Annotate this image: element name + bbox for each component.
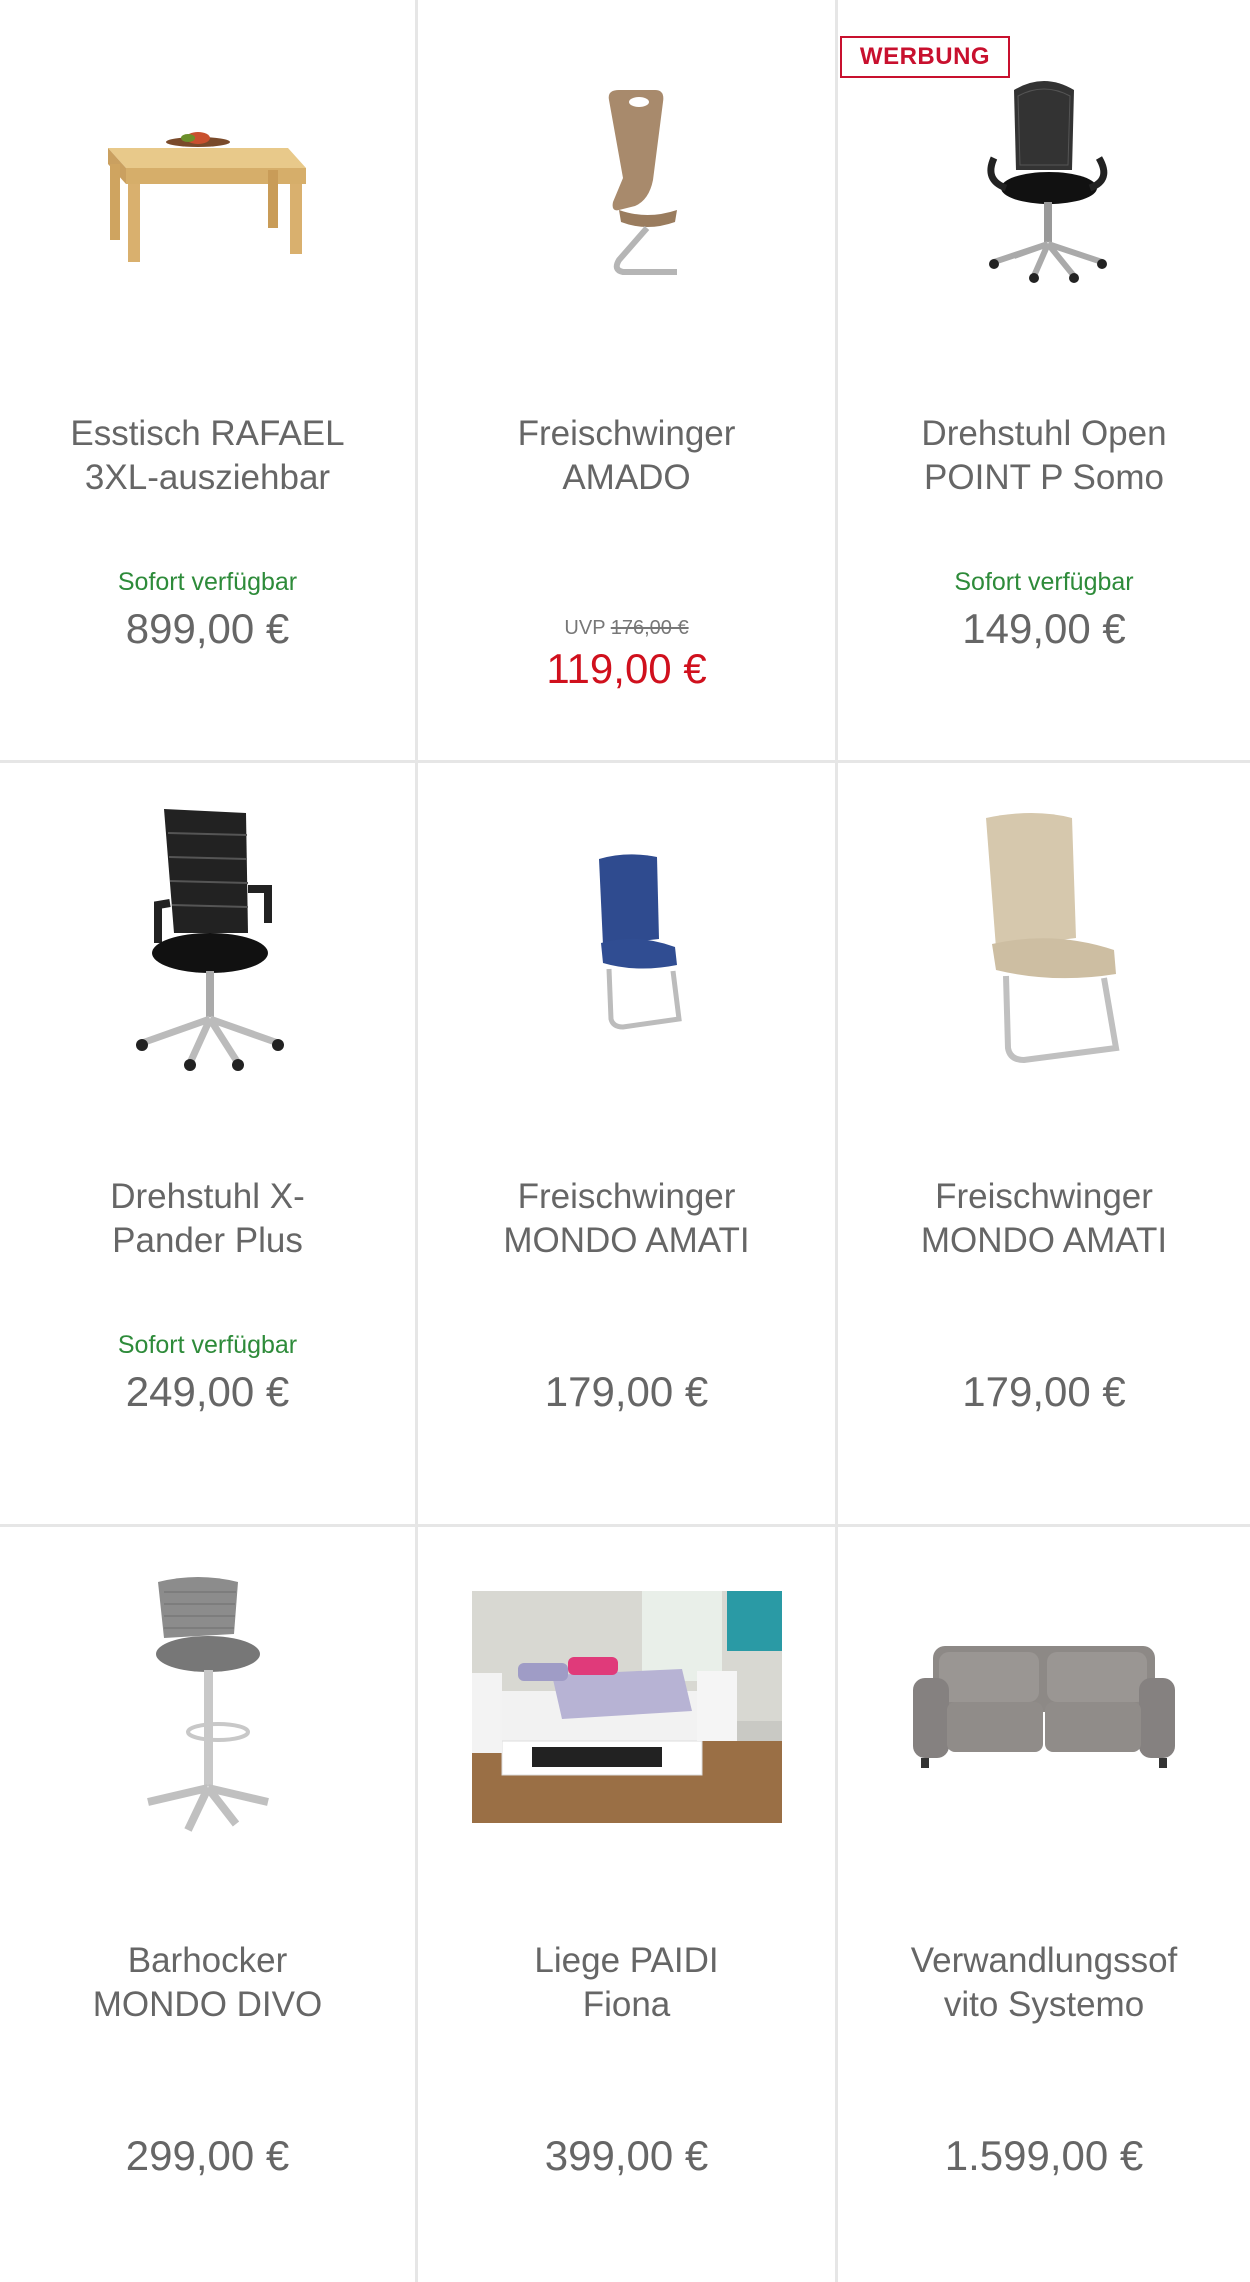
product-card[interactable]: Freischwinger AMADO UVP 176,00 € 119,00 … bbox=[418, 0, 838, 763]
product-price: 399,00 € bbox=[544, 2132, 709, 2179]
product-title[interactable]: Freischwinger AMADO bbox=[428, 412, 825, 500]
cantilever-chair-icon bbox=[986, 813, 1120, 1064]
cantilever-chair-icon bbox=[598, 854, 682, 1030]
product-title[interactable]: Barhocker MONDO DIVO bbox=[10, 1939, 405, 2027]
product-title-line: Verwandlungssof bbox=[910, 1941, 1178, 1980]
product-price: 179,00 € bbox=[544, 1368, 709, 1415]
product-title-line: Drehstuhl Open bbox=[921, 414, 1167, 453]
product-title[interactable]: Verwandlungssof vito Systemo bbox=[848, 1939, 1240, 2027]
product-card[interactable]: Freischwinger MONDO AMATI 179,00 € bbox=[418, 763, 838, 1527]
product-title-line: Drehstuhl X- bbox=[110, 1177, 305, 1216]
product-card[interactable]: WERBUNG Drehstuhl Open POINT P Somo Sofo… bbox=[838, 0, 1250, 763]
dining-table-icon bbox=[107, 132, 306, 262]
product-price: 249,00 € bbox=[125, 1368, 290, 1415]
ad-badge: WERBUNG bbox=[840, 36, 1010, 78]
product-title[interactable]: Liege PAIDI Fiona bbox=[428, 1939, 825, 2027]
product-title-line: Esstisch RAFAEL bbox=[70, 414, 345, 453]
product-title-line: Barhocker bbox=[127, 1941, 288, 1980]
product-title-line: POINT P Somo bbox=[924, 458, 1164, 497]
product-image[interactable] bbox=[838, 1557, 1250, 1857]
office-chair-highback-icon bbox=[135, 809, 284, 1071]
product-image[interactable] bbox=[418, 1557, 835, 1857]
product-title[interactable]: Drehstuhl Open POINT P Somo bbox=[848, 412, 1240, 500]
product-title-line: Freischwinger bbox=[517, 414, 736, 453]
product-title-line: Fiona bbox=[582, 1985, 671, 2024]
product-title-line: Liege PAIDI bbox=[534, 1941, 719, 1980]
product-price: 149,00 € bbox=[962, 605, 1126, 652]
product-title-line: Freischwinger bbox=[935, 1177, 1153, 1216]
product-image[interactable] bbox=[418, 30, 835, 330]
office-chair-icon bbox=[987, 81, 1108, 283]
uvp-old-price: 176,00 € bbox=[610, 617, 689, 639]
sale-price: 119,00 € bbox=[546, 645, 707, 692]
product-card[interactable]: Esstisch RAFAEL 3XL-ausziehbar Sofort ve… bbox=[0, 0, 418, 763]
product-image[interactable] bbox=[838, 793, 1250, 1093]
product-title-line: MONDO AMATI bbox=[503, 1221, 750, 1260]
product-image[interactable] bbox=[0, 1557, 415, 1857]
availability-label: Sofort verfügbar bbox=[117, 568, 298, 596]
product-title-line: Pander Plus bbox=[112, 1221, 303, 1260]
product-card[interactable]: Verwandlungssof vito Systemo 1.599,00 € bbox=[838, 1527, 1250, 2282]
product-title-line: AMADO bbox=[562, 458, 691, 497]
product-card[interactable]: Drehstuhl X- Pander Plus Sofort verfügba… bbox=[0, 763, 418, 1527]
product-price: 299,00 € bbox=[125, 2132, 290, 2179]
product-image[interactable] bbox=[418, 793, 835, 1093]
availability-label: Sofort verfügbar bbox=[954, 568, 1134, 596]
product-card[interactable]: Freischwinger MONDO AMATI 179,00 € bbox=[838, 763, 1250, 1527]
bar-stool-icon bbox=[146, 1577, 269, 1832]
product-grid: Esstisch RAFAEL 3XL-ausziehbar Sofort ve… bbox=[0, 0, 1250, 2282]
product-image[interactable] bbox=[0, 30, 415, 330]
product-title-line: vito Systemo bbox=[943, 1985, 1145, 2024]
product-price: 179,00 € bbox=[962, 1368, 1126, 1415]
product-title[interactable]: Freischwinger MONDO AMATI bbox=[428, 1175, 825, 1263]
product-price: 899,00 € bbox=[125, 605, 290, 652]
uvp-price: UVP 176,00 € bbox=[418, 617, 835, 640]
product-title-line: MONDO AMATI bbox=[920, 1221, 1168, 1260]
bed-room-photo-icon bbox=[471, 1591, 782, 1823]
product-title[interactable]: Freischwinger MONDO AMATI bbox=[848, 1175, 1240, 1263]
uvp-label: UVP bbox=[564, 617, 606, 639]
product-title-line: 3XL-ausziehbar bbox=[84, 458, 331, 497]
cantilever-chair-icon bbox=[608, 90, 677, 275]
product-title[interactable]: Esstisch RAFAEL 3XL-ausziehbar bbox=[10, 412, 405, 500]
product-card[interactable]: Barhocker MONDO DIVO 299,00 € bbox=[0, 1527, 418, 2282]
availability-label: Sofort verfügbar bbox=[117, 1331, 298, 1359]
product-card[interactable]: Liege PAIDI Fiona 399,00 € bbox=[418, 1527, 838, 2282]
product-title-line: MONDO DIVO bbox=[92, 1985, 323, 2024]
product-title[interactable]: Drehstuhl X- Pander Plus bbox=[10, 1175, 405, 1263]
product-image[interactable] bbox=[0, 793, 415, 1093]
product-title-line: Freischwinger bbox=[517, 1177, 736, 1216]
product-price: 1.599,00 € bbox=[944, 2132, 1144, 2179]
sofa-icon bbox=[913, 1646, 1175, 1768]
